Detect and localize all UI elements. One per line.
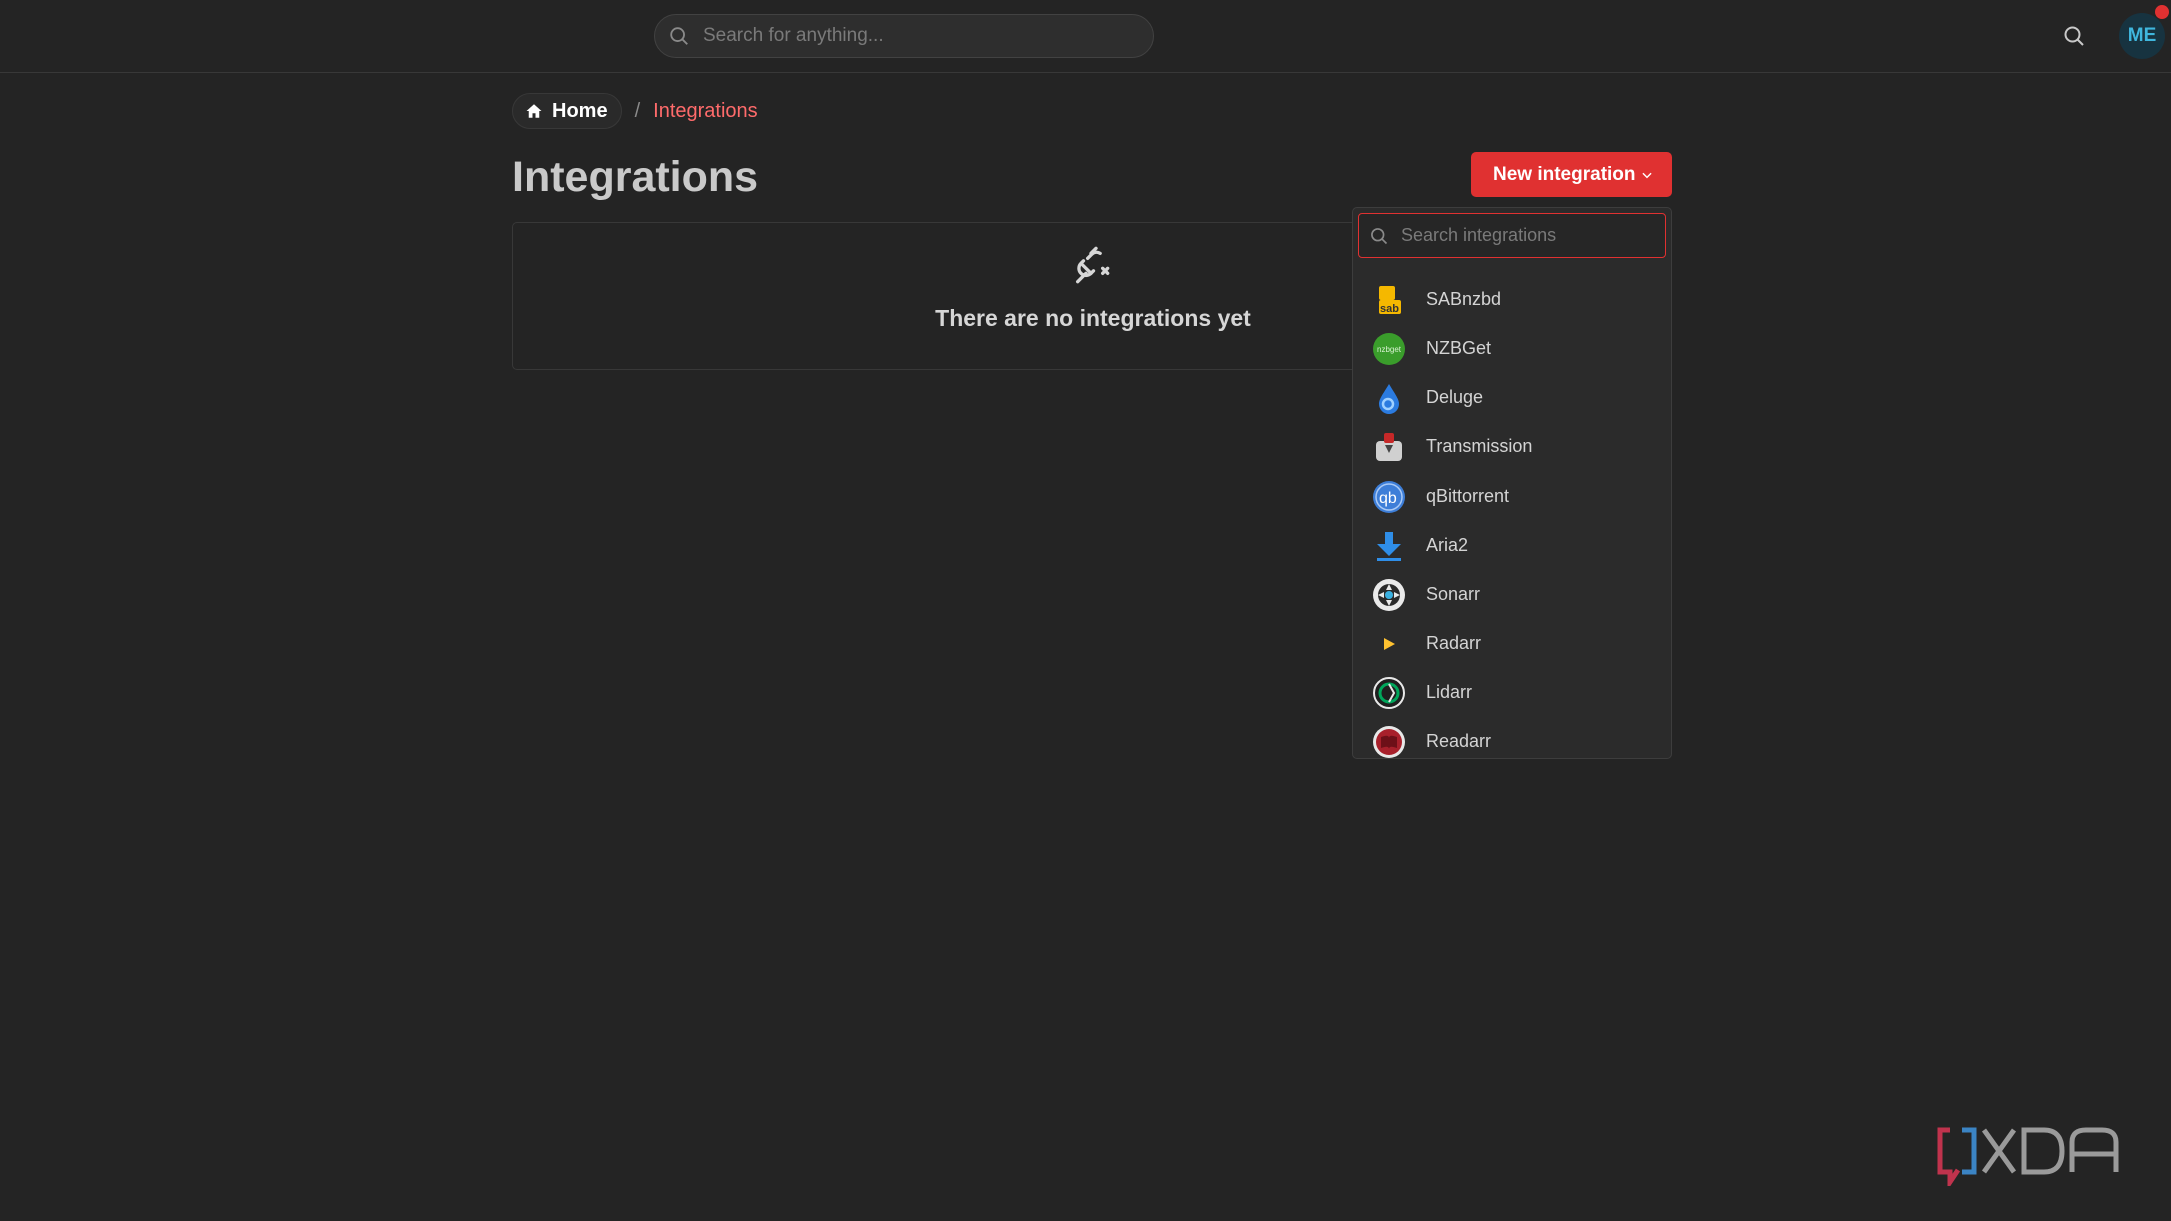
transmission-logo-icon — [1372, 430, 1406, 464]
breadcrumb: Home / Integrations — [512, 93, 758, 129]
search-button[interactable] — [2058, 20, 2090, 52]
integration-option-label: SABnzbd — [1426, 289, 1502, 309]
breadcrumb-home[interactable]: Home — [512, 93, 622, 129]
deluge-logo-icon — [1372, 381, 1406, 415]
integration-option-qbittorrent[interactable]: qb qBittorrent — [1353, 472, 1671, 521]
chevron-down-icon — [1642, 172, 1652, 179]
integration-option-label: NZBGet — [1426, 338, 1492, 358]
svg-text:qb: qb — [1379, 490, 1397, 507]
breadcrumb-home-label: Home — [552, 99, 608, 122]
integration-option-label: Sonarr — [1426, 584, 1481, 604]
breadcrumb-separator: / — [634, 99, 641, 122]
lidarr-logo-icon — [1372, 676, 1406, 710]
integration-option-sabnzbd[interactable]: sab SABnzbd — [1353, 275, 1671, 324]
svg-text:nzbget: nzbget — [1377, 345, 1402, 354]
search-icon — [670, 27, 688, 45]
integration-option-transmission[interactable]: Transmission — [1353, 422, 1671, 471]
integration-option-label: qBittorrent — [1426, 486, 1510, 506]
new-integration-button[interactable]: New integration — [1471, 152, 1672, 197]
aria2-logo-icon — [1372, 529, 1406, 563]
global-search-input[interactable] — [701, 24, 1153, 48]
integration-option-deluge[interactable]: Deluge — [1353, 373, 1671, 422]
new-integration-label: New integration — [1493, 163, 1636, 185]
nzbget-logo-icon: nzbget — [1372, 332, 1406, 366]
integration-dropdown: sab SABnzbd nzbget NZBGet Deluge Transmi… — [1352, 207, 1672, 759]
integration-option-sonarr[interactable]: Sonarr — [1353, 570, 1671, 619]
page-title: Integrations — [512, 153, 759, 201]
integration-search-input[interactable] — [1399, 224, 1665, 247]
svg-text:sab: sab — [1380, 303, 1399, 315]
qbittorrent-logo-icon: qb — [1372, 480, 1406, 514]
notification-dot — [2155, 5, 2169, 19]
integration-option-label: Deluge — [1426, 387, 1484, 407]
radarr-logo-icon — [1372, 627, 1406, 661]
integration-option-radarr[interactable]: Radarr — [1353, 619, 1671, 668]
sabnzbd-logo-icon: sab — [1372, 283, 1406, 317]
readarr-logo-icon — [1372, 725, 1406, 759]
user-avatar[interactable]: ME — [2119, 13, 2165, 59]
plug-off-icon — [1076, 246, 1110, 284]
home-icon — [526, 104, 542, 118]
integration-option-label: Radarr — [1426, 633, 1482, 653]
search-icon — [2064, 26, 2084, 46]
integration-option-label: Aria2 — [1426, 535, 1469, 555]
integration-option-lidarr[interactable]: Lidarr — [1353, 668, 1671, 717]
integration-option-label: Readarr — [1426, 731, 1492, 751]
xda-watermark-logo — [1936, 1122, 2140, 1191]
top-bar: ME — [0, 0, 2171, 73]
integration-option-aria2[interactable]: Aria2 — [1353, 521, 1671, 570]
integration-option-label: Transmission — [1426, 436, 1533, 456]
integration-option-label: Lidarr — [1426, 682, 1473, 702]
search-icon — [1371, 227, 1388, 244]
integration-option-readarr[interactable]: Readarr — [1353, 717, 1671, 759]
integration-search-box[interactable] — [1358, 213, 1666, 258]
breadcrumb-current[interactable]: Integrations — [653, 100, 758, 123]
integration-option-nzbget[interactable]: nzbget NZBGet — [1353, 324, 1671, 373]
global-search-box[interactable] — [654, 14, 1154, 58]
sonarr-logo-icon — [1372, 578, 1406, 612]
